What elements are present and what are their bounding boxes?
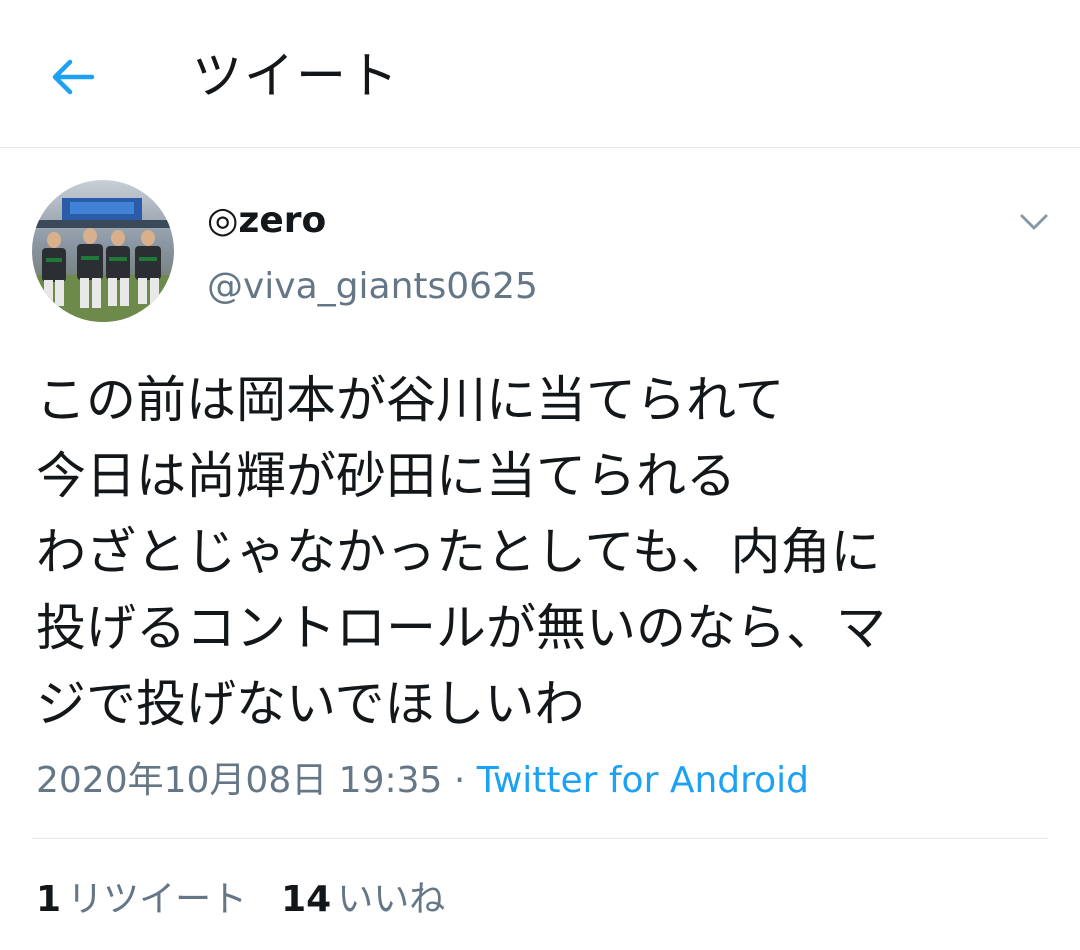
user-handle[interactable]: @viva_giants0625 bbox=[207, 262, 538, 312]
tweet-text-line: この前は岡本が谷川に当てられて bbox=[36, 371, 785, 429]
source-link[interactable]: Twitter for Android bbox=[477, 760, 809, 801]
tweet-meta: 2020年10月08日 19:35 · Twitter for Android bbox=[36, 756, 809, 806]
engagement-stats: 1 リツイート 14 いいね bbox=[36, 874, 445, 926]
retweets-stat[interactable]: 1 リツイート bbox=[36, 874, 247, 926]
profile-photo bbox=[32, 180, 174, 322]
page-title: ツイート bbox=[192, 47, 400, 105]
tweet-text-line: 投げるコントロールが無いのなら、マ bbox=[36, 599, 886, 657]
tweet-menu-button[interactable] bbox=[1012, 200, 1056, 244]
tweet-text: この前は岡本が谷川に当てられて 今日は尚輝が砂田に当てられる わざとじゃなかった… bbox=[36, 362, 1046, 742]
top-bar: ツイート bbox=[0, 0, 1080, 148]
tweet-text-line: わざとじゃなかったとしても、内角に bbox=[36, 523, 881, 581]
display-name[interactable]: ◎zero bbox=[207, 196, 326, 246]
divider bbox=[32, 838, 1048, 839]
back-button[interactable] bbox=[46, 50, 100, 104]
likes-count: 14 bbox=[281, 879, 332, 920]
timestamp: 2020年10月08日 19:35 bbox=[36, 760, 443, 801]
tweet-text-line: 今日は尚輝が砂田に当てられる bbox=[36, 447, 736, 505]
likes-stat[interactable]: 14 いいね bbox=[281, 874, 445, 926]
avatar[interactable] bbox=[32, 180, 174, 322]
likes-label: いいね bbox=[337, 879, 446, 920]
retweets-count: 1 bbox=[36, 879, 62, 920]
arrow-left-icon bbox=[52, 59, 95, 95]
chevron-down-icon bbox=[1020, 214, 1048, 230]
meta-separator: · bbox=[442, 760, 477, 801]
retweets-label: リツイート bbox=[67, 879, 248, 920]
tweet-text-line: ジで投げないでほしいわ bbox=[36, 675, 585, 733]
